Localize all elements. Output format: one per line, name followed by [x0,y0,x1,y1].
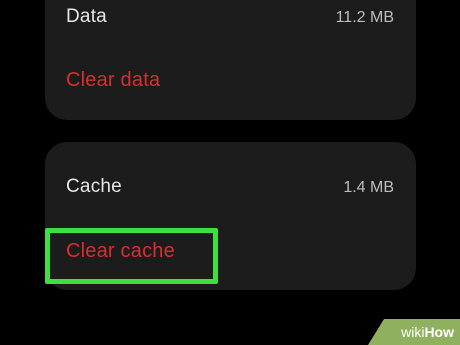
wikihow-watermark: wikiHow [368,319,460,345]
data-size: 11.2 MB [335,9,394,26]
watermark-suffix: How [424,324,454,340]
highlight-box [45,228,218,284]
data-label: Data [66,6,107,27]
cache-size: 1.4 MB [343,179,394,196]
watermark-prefix: wiki [401,324,425,340]
clear-data-button[interactable]: Clear data [66,69,160,92]
cache-label: Cache [66,176,122,197]
